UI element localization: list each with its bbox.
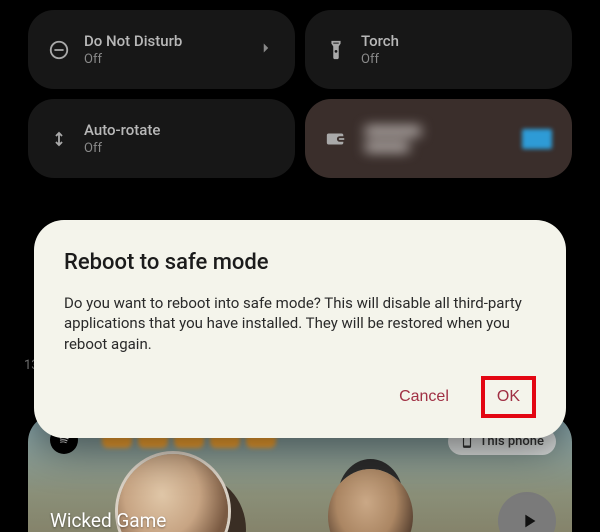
cancel-button[interactable]: Cancel xyxy=(395,378,453,416)
dialog-title: Reboot to safe mode xyxy=(64,250,536,275)
ok-button[interactable]: OK xyxy=(481,376,536,418)
dialog-body: Do you want to reboot into safe mode? Th… xyxy=(64,293,536,354)
dialog-safe-mode: Reboot to safe mode Do you want to reboo… xyxy=(34,220,566,438)
dialog-actions: Cancel OK xyxy=(64,376,536,418)
